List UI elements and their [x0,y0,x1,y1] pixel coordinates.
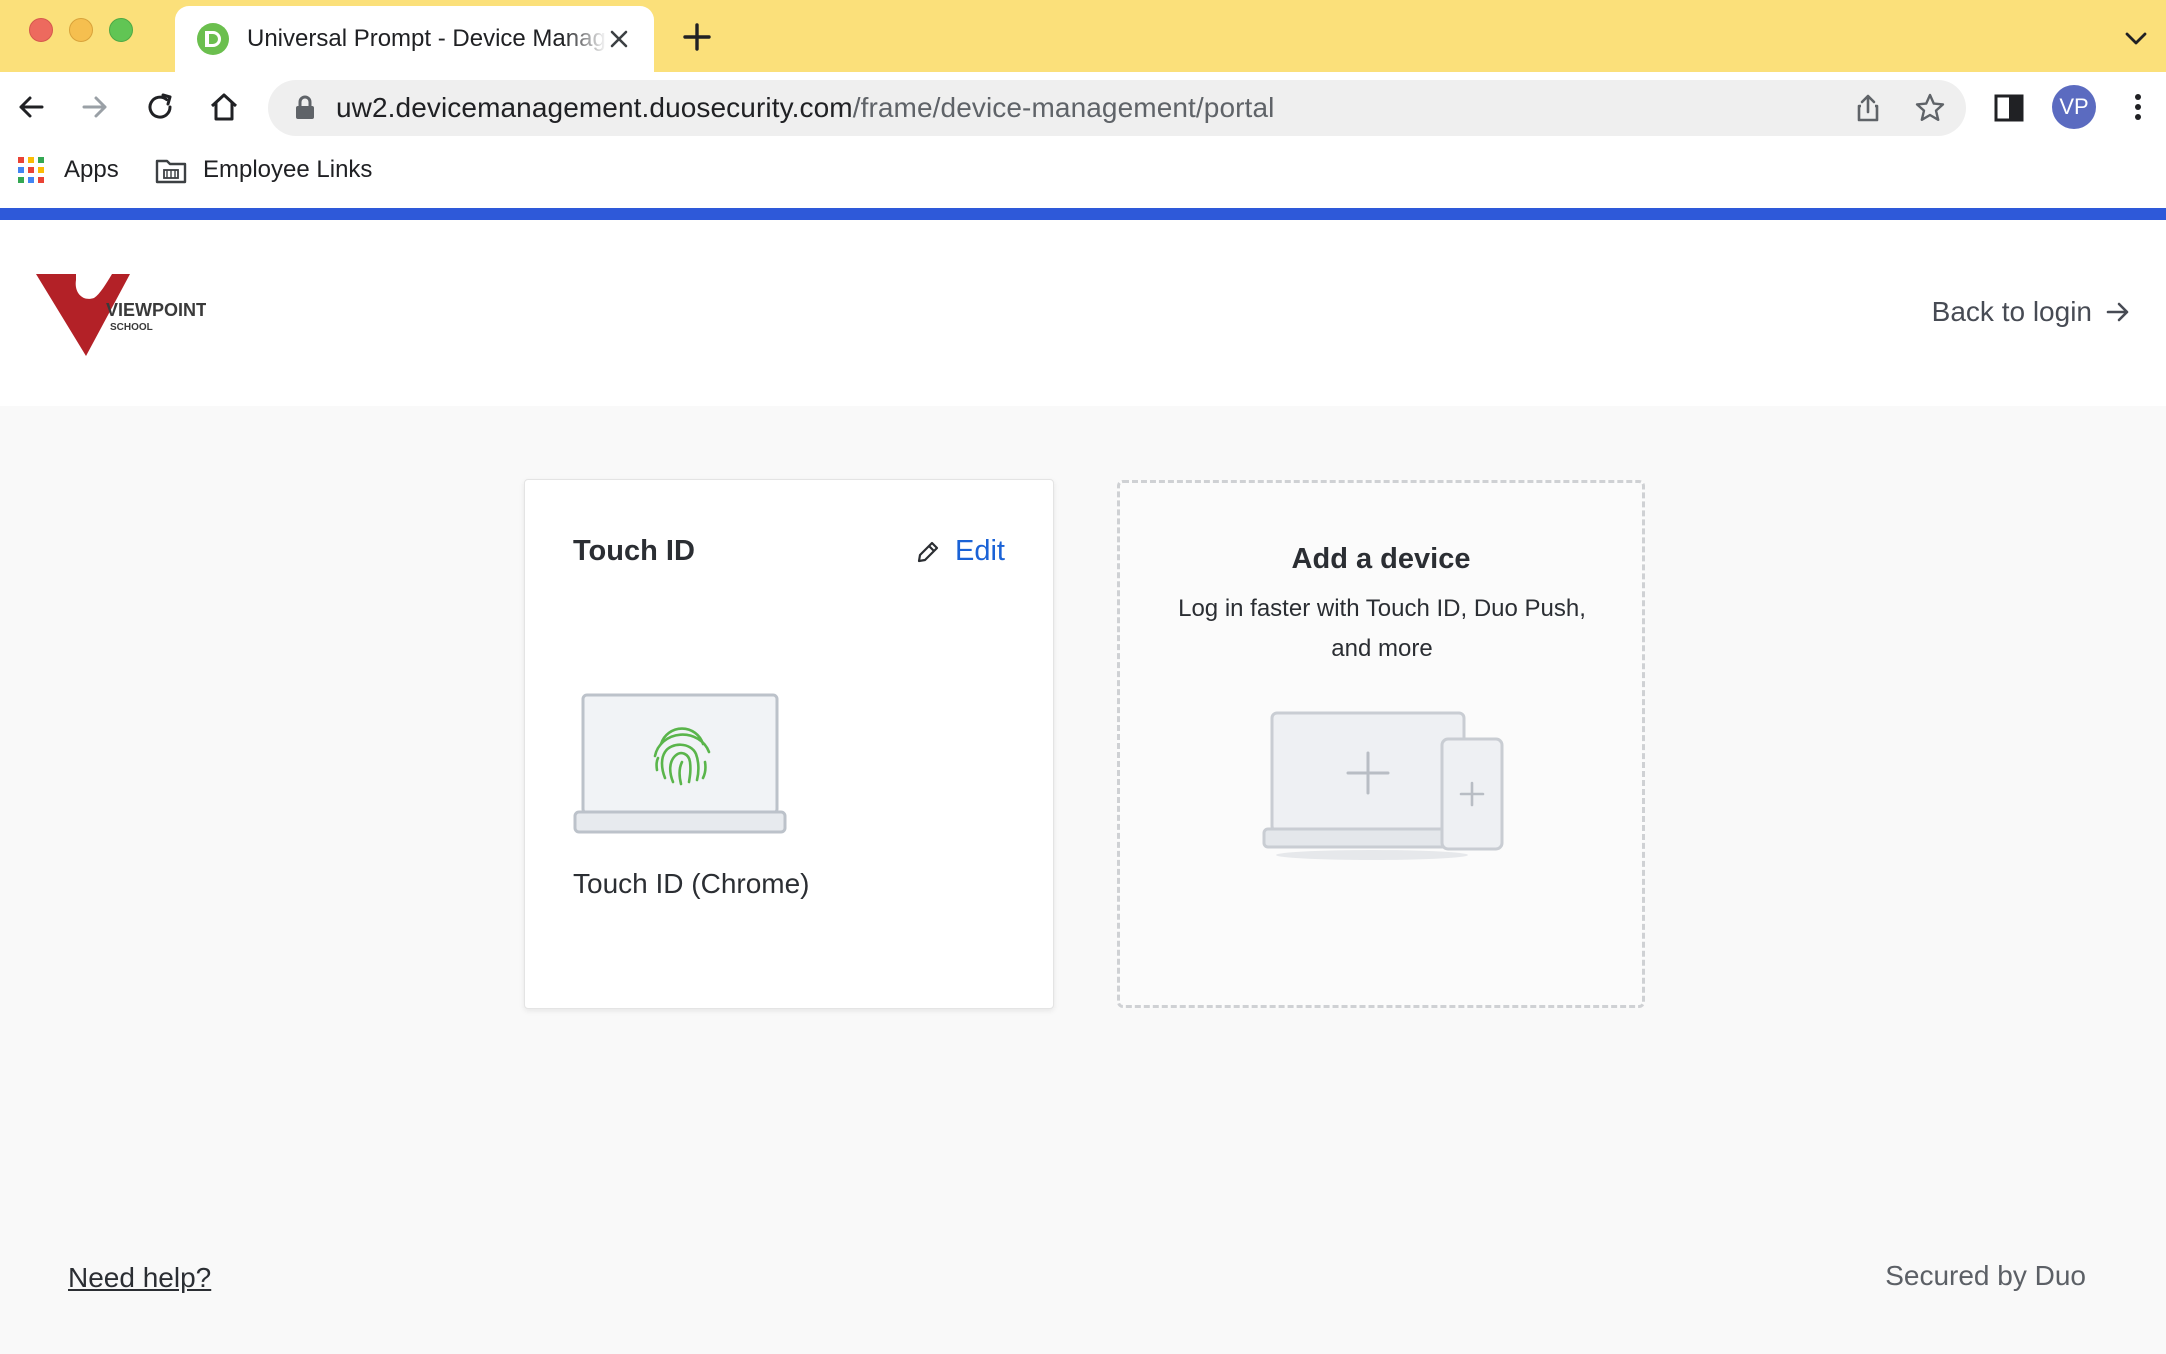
device-name: Touch ID (Chrome) [573,868,810,899]
side-panel-icon[interactable] [1994,94,2024,122]
bookmarks-bar: Apps Employee Links [0,142,2166,208]
add-device-illustration-icon [1262,711,1504,860]
back-arrow-icon[interactable] [14,90,48,124]
viewpoint-school-logo: VIEWPOINT SCHOOL [36,274,206,356]
laptop-fingerprint-icon [573,693,787,834]
window-close-button[interactable] [29,18,53,42]
bookmark-star-icon[interactable] [1914,92,1946,124]
new-tab-icon[interactable] [680,20,714,54]
secured-by-duo: Secured by Duo [1885,1260,2086,1291]
add-device-title: Add a device [1291,543,1471,575]
more-options-icon[interactable] [2124,92,2152,122]
tab-title: Universal Prompt - Device Management [247,25,607,52]
close-tab-icon[interactable] [604,24,634,54]
device-card-touch-id: Touch ID Edit Touch ID (Chrome) [524,479,1054,1009]
folder-icon [155,159,187,184]
bookmark-apps[interactable]: Apps [18,156,119,184]
browser-tab-active[interactable]: Universal Prompt - Device Management [175,6,654,72]
pencil-icon [917,541,939,562]
need-help-link[interactable]: Need help? [68,1262,211,1294]
window-minimize-button[interactable] [69,18,93,42]
browser-toolbar: uw2.devicemanagement.duosecurity.com/fra… [0,72,2166,142]
chevron-down-icon[interactable] [2122,24,2150,52]
back-to-login-label: Back to login [1931,296,2092,327]
bookmark-employee-links[interactable]: Employee Links [155,156,372,184]
device-type-label: Touch ID [573,535,695,567]
forward-arrow-icon[interactable] [78,90,112,124]
add-device-subtitle: Log in faster with Touch ID, Duo Push, a… [1178,595,1586,662]
profile-avatar[interactable]: VP [2052,85,2096,129]
browser-tab-bar: Universal Prompt - Device Management [0,0,2166,72]
reload-icon[interactable] [143,90,177,124]
edit-device-button[interactable]: Edit [915,535,1005,568]
arrow-right-icon [2106,302,2129,322]
duo-favicon-icon [197,23,229,55]
svg-text:SCHOOL: SCHOOL [110,322,153,333]
edit-label: Edit [955,535,1005,567]
back-to-login-link[interactable]: Back to login [1932,296,2132,328]
share-icon[interactable] [1852,92,1884,124]
window-zoom-button[interactable] [109,18,133,42]
home-icon[interactable] [207,90,241,124]
add-device-card[interactable]: Add a device Log in faster with Touch ID… [1117,480,1645,1008]
lock-icon[interactable] [294,95,316,121]
page-header: VIEWPOINT SCHOOL Back to login [0,220,2166,406]
svg-text:VIEWPOINT: VIEWPOINT [106,300,206,320]
bookmark-label: Employee Links [203,156,373,183]
accent-bar [0,208,2166,220]
apps-grid-icon [18,157,44,183]
url-text: uw2.devicemanagement.duosecurity.com/fra… [336,92,1275,123]
address-bar[interactable]: uw2.devicemanagement.duosecurity.com/fra… [268,80,1966,136]
bookmark-label: Apps [64,156,119,183]
